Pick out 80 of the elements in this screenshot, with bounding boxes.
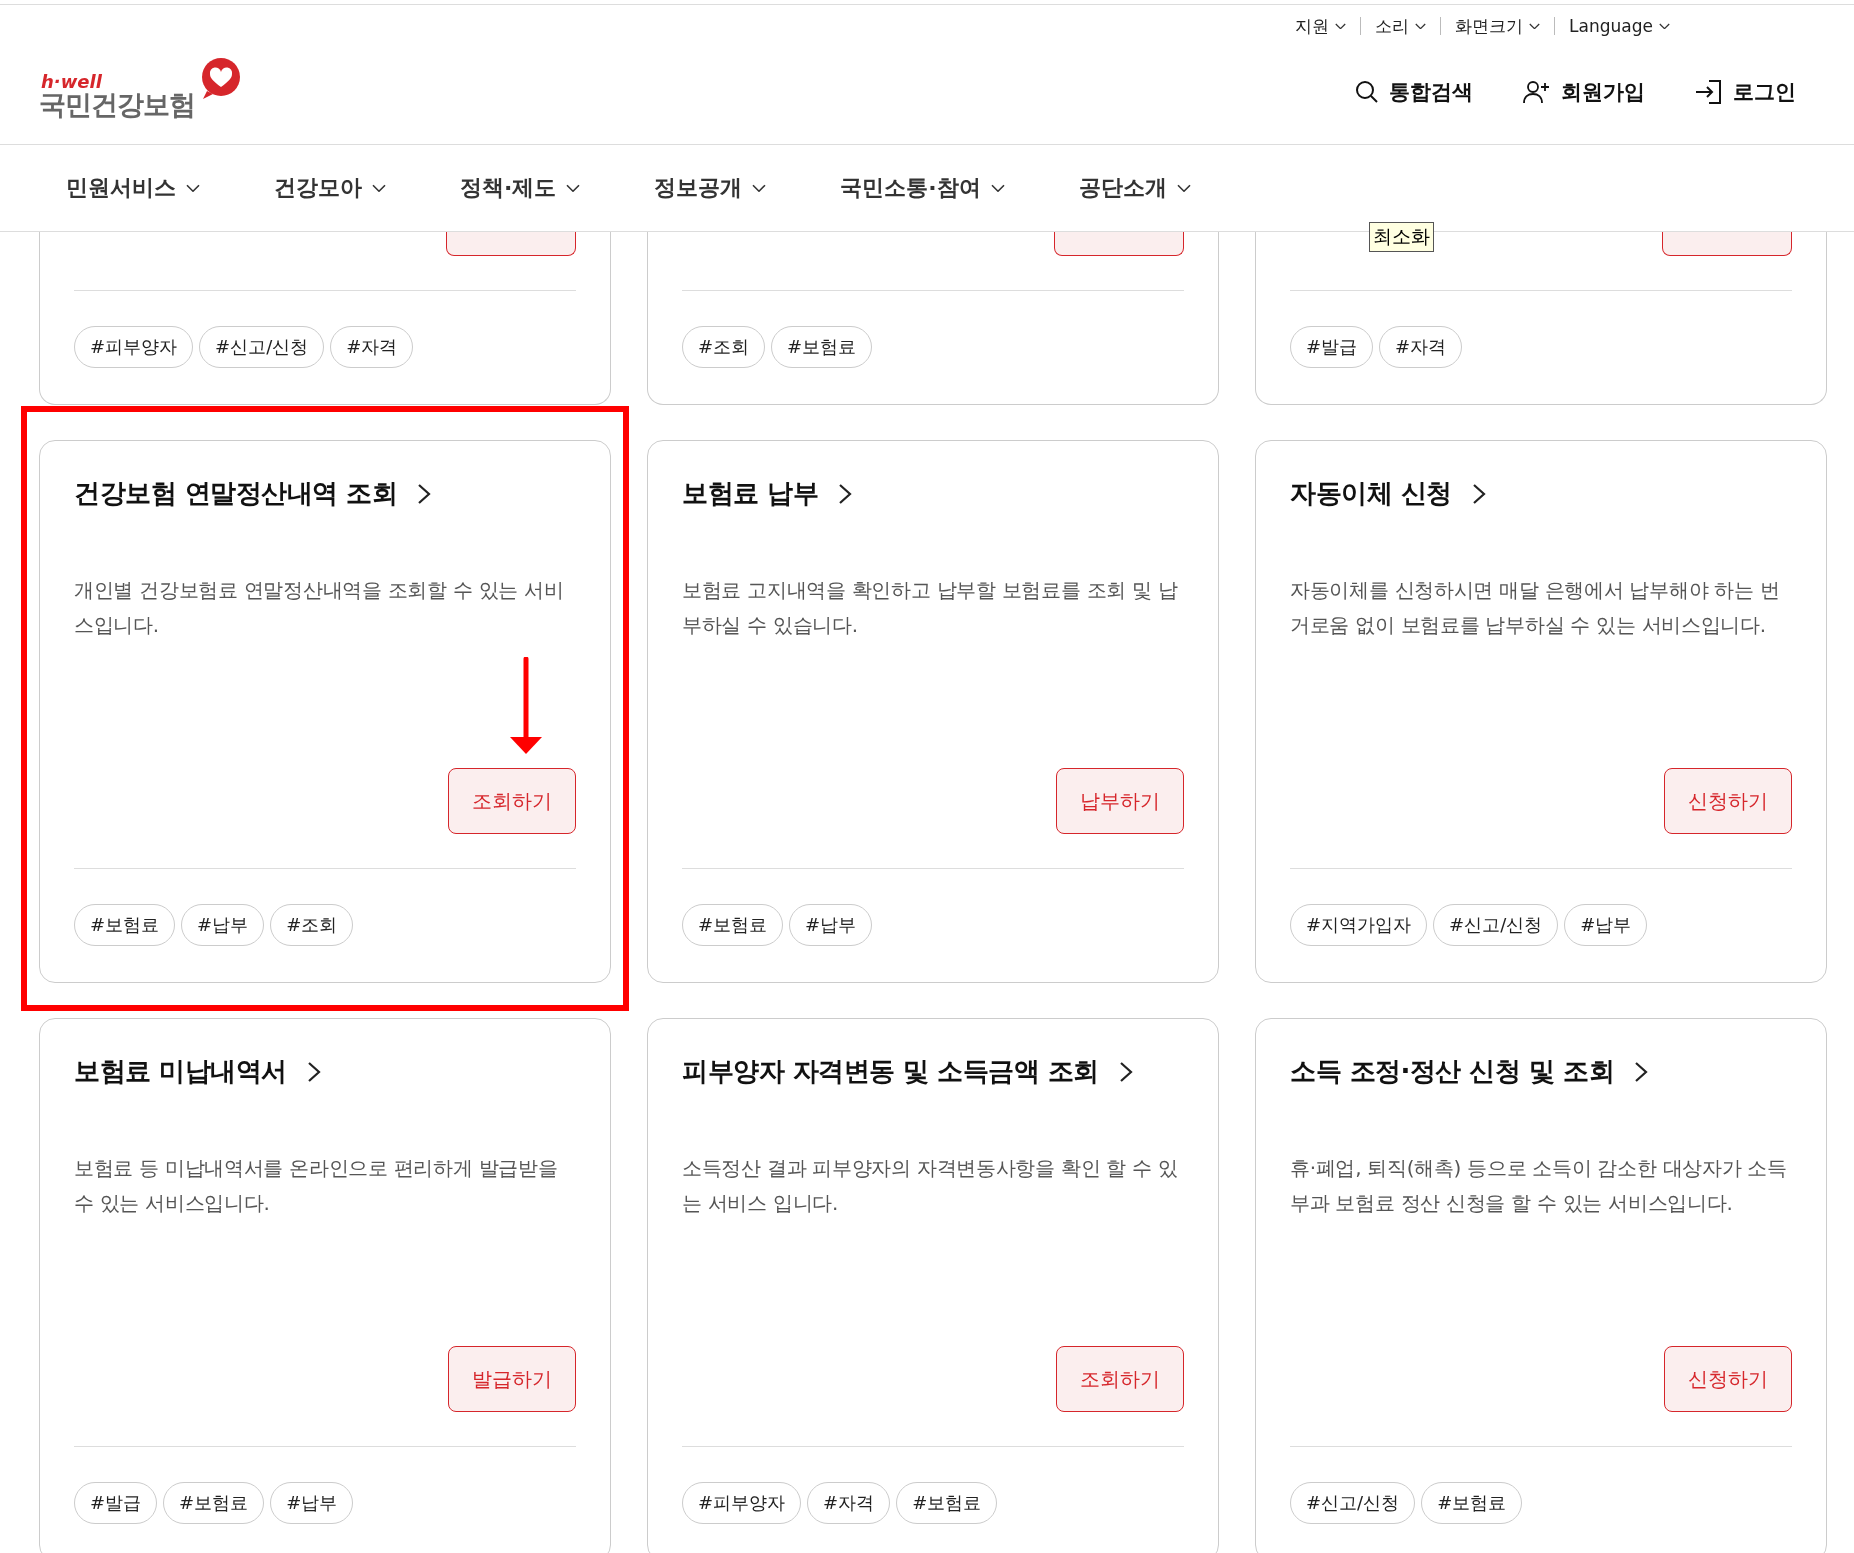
hashtag-chip[interactable]: #납부 (270, 1482, 354, 1524)
hashtag-chip[interactable]: #자격 (330, 326, 414, 368)
hashtag-chip[interactable]: #조회 (682, 326, 766, 368)
action-button[interactable]: 조회하기 (1056, 1346, 1184, 1412)
card-title-link[interactable]: 피부양자 자격변동 및 소득금액 조회 (682, 1054, 1133, 1089)
hashtag-chip[interactable]: #신고/신청 (1290, 1482, 1416, 1524)
chevron-right-icon (306, 1060, 321, 1083)
utility-menu-item[interactable]: 화면크기 (1441, 14, 1555, 38)
action-button[interactable] (446, 232, 576, 256)
hashtag-chip[interactable]: #보험료 (896, 1482, 998, 1524)
user-plus-icon (1523, 79, 1551, 104)
nav-menu-item[interactable]: 민원서비스 (60, 172, 206, 204)
header-link[interactable]: 통합검색 (1349, 76, 1479, 107)
login-icon (1695, 78, 1723, 105)
hashtag-chip[interactable]: #신고/신청 (199, 326, 325, 368)
hashtag-chip[interactable]: #납부 (789, 904, 873, 946)
card-description: 보험료 고지내역을 확인하고 납부할 보험료를 조회 및 납부하실 수 있습니다. (682, 577, 1179, 639)
action-button[interactable] (1054, 232, 1184, 256)
action-button[interactable]: 신청하기 (1664, 768, 1792, 834)
utility-menu-item[interactable]: 소리 (1361, 14, 1441, 38)
hashtag-chip[interactable]: #피부양자 (682, 1482, 802, 1524)
nav-menu-item[interactable]: 건강모아 (268, 172, 392, 204)
card-title-link[interactable]: 소득 조정·정산 신청 및 조회 (1290, 1054, 1649, 1089)
chevron-right-icon (1471, 482, 1486, 505)
hashtag-chip[interactable]: #발급 (74, 1482, 158, 1524)
chevron-down-icon (1335, 22, 1347, 30)
nav-menu-item[interactable]: 국민소통·참여 (834, 172, 1011, 204)
card-description: 소득정산 결과 피부양자의 자격변동사항을 확인 할 수 있는 서비스 입니다. (682, 1155, 1179, 1217)
card-description: 휴·폐업, 퇴직(해촉) 등으로 소득이 감소한 대상자가 소득 부과 보험료 정산 신청을 할 수 있는 서비스입니다. (1290, 1155, 1788, 1217)
hashtag-chip[interactable]: #피부양자 (74, 326, 194, 368)
chevron-right-icon (1118, 1060, 1133, 1083)
card-title-link[interactable]: 건강보험 연말정산내역 조회 (74, 476, 432, 511)
heart-logo-icon (199, 56, 243, 101)
search-icon (1355, 79, 1379, 104)
chevron-down-icon (1176, 183, 1191, 193)
card-description: 개인별 건강보험료 연말정산내역을 조회할 수 있는 서비스입니다. (74, 577, 565, 639)
hashtag-chip[interactable]: #자격 (1379, 326, 1463, 368)
hashtag-chip[interactable]: #납부 (1564, 904, 1648, 946)
card-description: 자동이체를 신청하시면 매달 은행에서 납부해야 하는 번거로움 없이 보험료를 납부하실 수 있는 서비스입니다. (1290, 577, 1781, 639)
header-link[interactable]: 로그인 (1689, 76, 1802, 107)
hashtag-chip[interactable]: #발급 (1290, 326, 1374, 368)
hashtag-chip[interactable]: #조회 (270, 904, 354, 946)
action-button[interactable]: 발급하기 (448, 1346, 576, 1412)
card-description: 보험료 등 미납내역서를 온라인으로 편리하게 발급받을 수 있는 서비스입니다. (74, 1155, 559, 1217)
nav-menu-item[interactable]: 정책·제도 (454, 172, 587, 204)
nav-menu-item[interactable]: 공단소개 (1072, 172, 1197, 204)
chevron-right-icon (1634, 1060, 1649, 1083)
card-title-link[interactable]: 보험료 미납내역서 (74, 1054, 321, 1089)
hashtag-chip[interactable]: #보험료 (771, 326, 873, 368)
chevron-right-icon (838, 482, 853, 505)
hashtag-chip[interactable]: #보험료 (1421, 1482, 1523, 1524)
action-button[interactable]: 신청하기 (1664, 1346, 1792, 1412)
hashtag-chip[interactable]: #보험료 (682, 904, 784, 946)
hashtag-chip[interactable]: #보험료 (163, 1482, 265, 1524)
chevron-down-icon (990, 183, 1005, 193)
chevron-down-icon (372, 183, 386, 193)
card-title-link[interactable]: 보험료 납부 (682, 476, 853, 511)
card-title-link[interactable]: 자동이체 신청 (1290, 476, 1486, 511)
action-button[interactable]: 납부하기 (1056, 768, 1184, 834)
hashtag-chip[interactable]: #지역가입자 (1290, 904, 1428, 946)
utility-menu-item[interactable]: Language (1555, 16, 1684, 36)
action-button[interactable]: 조회하기 (448, 768, 576, 834)
logo-tagline: h·well (41, 72, 103, 91)
chevron-down-icon (1659, 22, 1670, 30)
chevron-down-icon (186, 183, 200, 193)
chevron-down-icon (1529, 22, 1541, 30)
hashtag-chip[interactable]: #납부 (181, 904, 265, 946)
chevron-down-icon (1415, 22, 1427, 30)
utility-menu-item[interactable]: 지원 (1281, 14, 1361, 38)
hashtag-chip[interactable]: #자격 (807, 1482, 891, 1524)
nav-menu-item[interactable]: 정보공개 (648, 172, 773, 204)
chevron-down-icon (752, 183, 767, 193)
chevron-down-icon (566, 183, 581, 193)
hashtag-chip[interactable]: #신고/신청 (1433, 904, 1559, 946)
chevron-right-icon (417, 482, 432, 505)
hashtag-chip[interactable]: #보험료 (74, 904, 176, 946)
action-button[interactable] (1662, 232, 1792, 256)
tooltip: 최소화 (1369, 222, 1434, 252)
logo-name: 국민건강보험 (39, 90, 195, 118)
header-link[interactable]: 회원가입 (1517, 76, 1651, 107)
